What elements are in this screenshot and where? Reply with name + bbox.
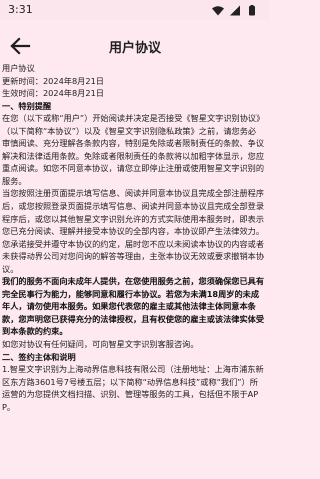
page-title: 用户协议 xyxy=(108,41,161,56)
status-icons xyxy=(212,5,255,16)
status-bar: 3:31 xyxy=(0,0,270,20)
battery-icon xyxy=(249,5,255,16)
updated-date: 更新时间：2024年8月21日 xyxy=(2,75,104,86)
wifi-icon xyxy=(212,6,224,16)
paragraph-minors-warning: 我们的服务不面向未成年人提供，在您使用服务之前，您须确保您已具有完全民事行为能力… xyxy=(2,276,265,337)
section-title-reminder: 一、特别提醒 xyxy=(2,100,52,111)
paragraph-reminder: 在您（以下或称“用户”）开始阅读并决定是否接受《智星文字识别协议》（以下简称“本… xyxy=(2,113,265,186)
paragraph-acceptance: 当您按照注册页面提示填写信息、阅读并同意本协议且完成全部注册程序后，或您按照登录… xyxy=(2,188,265,274)
status-time: 3:31 xyxy=(8,3,33,16)
doc-heading: 用户协议 xyxy=(2,63,35,73)
effective-date: 生效时间：2024年8月21日 xyxy=(2,88,104,99)
paragraph-company: 1.智星文字识别为上海动界信息科技有限公司（注册地址：上海市浦东新区东方路360… xyxy=(2,364,264,412)
paragraph-contact: 如您对协议有任何疑问，可向智星文字识别客服咨询。 xyxy=(2,339,199,350)
signal-icon xyxy=(230,5,240,16)
section-title-parties: 二、签约主体和说明 xyxy=(2,351,76,362)
agreement-content[interactable]: 用户协议 更新时间：2024年8月21日 生效时间：2024年8月21日 一、特… xyxy=(0,62,268,479)
